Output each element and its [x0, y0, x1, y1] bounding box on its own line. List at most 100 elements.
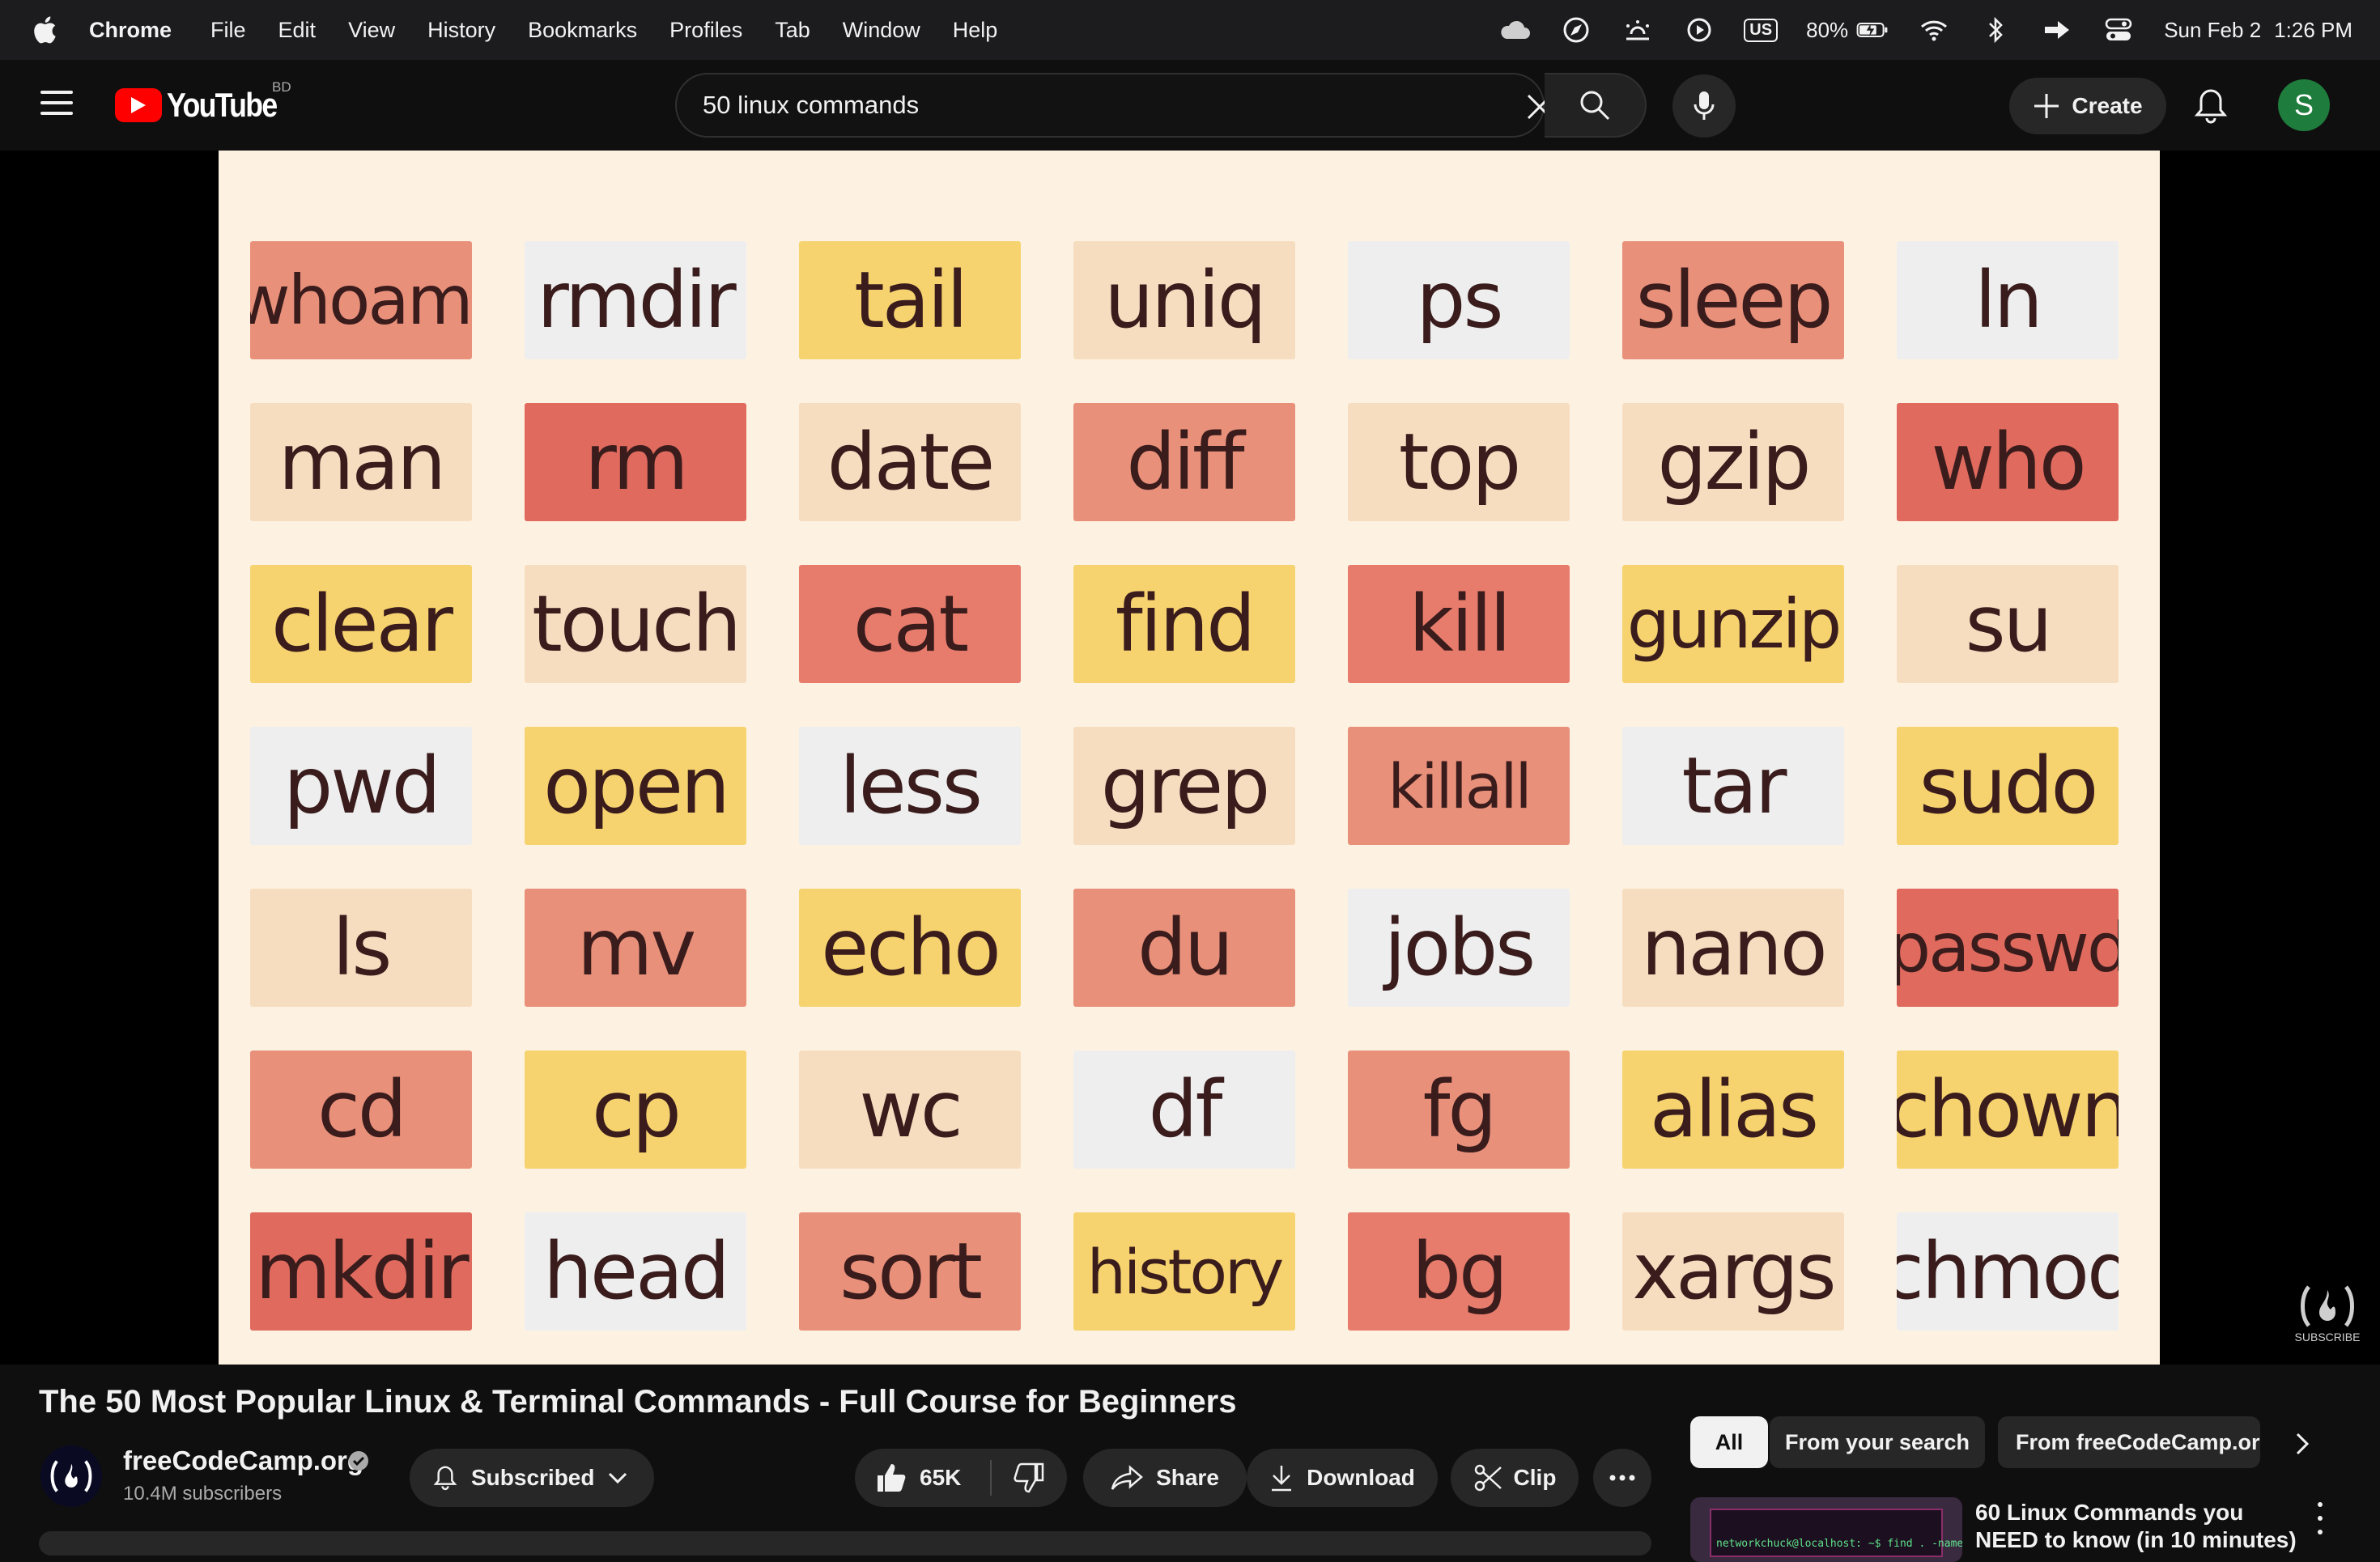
menubar-time[interactable]: 1:26 PM: [2274, 18, 2352, 43]
menu-hamburger-icon[interactable]: [40, 91, 73, 120]
command-tile: mv: [525, 889, 746, 1007]
command-tile: top: [1348, 403, 1570, 521]
command-tile: diff: [1073, 403, 1295, 521]
chip-from-channel[interactable]: From freeCodeCamp.org: [1998, 1416, 2260, 1468]
recommendation-more-icon[interactable]: [2312, 1502, 2328, 1534]
download-button[interactable]: Download: [1247, 1449, 1438, 1507]
command-tile: cp: [525, 1051, 746, 1169]
command-tile: uniq: [1073, 241, 1295, 359]
command-tile: grep: [1073, 727, 1295, 845]
scissors-icon: [1474, 1464, 1502, 1492]
command-tile: xargs: [1622, 1212, 1844, 1331]
command-tile: ps: [1348, 241, 1570, 359]
menu-file[interactable]: File: [210, 18, 246, 43]
recommendation-thumbnail[interactable]: networkchuck@localhost: ~$ find . -name: [1690, 1497, 1962, 1562]
control-center-icon[interactable]: [2102, 16, 2135, 44]
menu-window[interactable]: Window: [843, 18, 920, 43]
chip-all[interactable]: All: [1690, 1416, 1768, 1468]
command-tile: passwd: [1897, 889, 2119, 1007]
video-player[interactable]: whoami rmdir tail uniqpssleepln manrmdatedif…: [0, 151, 2380, 1365]
menu-history[interactable]: History: [427, 18, 495, 43]
video-frame: whoami rmdir tail uniqpssleepln manrmdatedif…: [219, 151, 2160, 1365]
thumbnail-text: networkchuck@localhost: ~$ find . -name: [1716, 1538, 1962, 1550]
arrow-right-icon[interactable]: [2041, 16, 2073, 44]
command-tile: less: [799, 727, 1021, 845]
microphone-icon: [1694, 91, 1715, 120]
menu-profiles[interactable]: Profiles: [669, 18, 742, 43]
more-actions-button[interactable]: [1593, 1449, 1651, 1507]
create-button[interactable]: Create: [2009, 78, 2166, 134]
cloud-icon[interactable]: [1498, 16, 1531, 44]
youtube-wordmark: YouTube: [167, 86, 278, 124]
wifi-icon[interactable]: [1918, 16, 1950, 44]
menu-tab[interactable]: Tab: [775, 18, 810, 43]
battery-icon[interactable]: [1856, 16, 1889, 44]
weather-icon[interactable]: [1621, 16, 1654, 44]
battery-percent: 80%: [1806, 17, 1849, 42]
more-horizontal-icon: [1609, 1475, 1635, 1481]
channel-name[interactable]: freeCodeCamp.org: [123, 1445, 363, 1476]
chevron-right-icon[interactable]: [2284, 1426, 2320, 1462]
subscribed-label: Subscribed: [471, 1465, 595, 1490]
notifications-bell-icon[interactable]: [2192, 87, 2229, 125]
command-tile: rm: [525, 403, 746, 521]
command-tile: wc: [799, 1051, 1021, 1169]
channel-avatar[interactable]: [40, 1445, 102, 1507]
video-title: The 50 Most Popular Linux & Terminal Com…: [39, 1384, 1237, 1420]
subscribed-button[interactable]: Subscribed: [410, 1449, 654, 1507]
search-icon: [1580, 91, 1610, 121]
share-label: Share: [1156, 1465, 1219, 1490]
freecodecamp-logo-icon: [50, 1460, 92, 1492]
menu-help[interactable]: Help: [953, 18, 998, 43]
command-tile: sleep: [1622, 241, 1844, 359]
menu-app-chrome[interactable]: Chrome: [89, 18, 172, 43]
description-box[interactable]: [39, 1531, 1651, 1556]
command-tile: date: [799, 403, 1021, 521]
voice-search-button[interactable]: [1672, 74, 1736, 138]
share-icon: [1111, 1465, 1143, 1490]
recommendation-title[interactable]: 60 Linux Commands you NEED to know (in 1…: [1975, 1499, 2299, 1554]
menubar-date[interactable]: Sun Feb 2: [2164, 18, 2261, 43]
chip-from-your-search[interactable]: From your search: [1770, 1416, 1985, 1468]
search-button[interactable]: [1545, 73, 1647, 138]
command-tile: open: [525, 727, 746, 845]
dislike-button[interactable]: [992, 1449, 1067, 1507]
thumbnail-terminal: networkchuck@localhost: ~$ find . -name: [1710, 1509, 1962, 1557]
apple-icon[interactable]: [32, 15, 57, 45]
chevron-down-icon: [609, 1472, 627, 1484]
menu-bookmarks[interactable]: Bookmarks: [528, 18, 637, 43]
command-tile: history: [1073, 1212, 1295, 1331]
command-tile: find: [1073, 565, 1295, 683]
command-tile: kill: [1348, 565, 1570, 683]
command-tile: df: [1073, 1051, 1295, 1169]
command-tile: sudo: [1897, 727, 2119, 845]
clip-button[interactable]: Clip: [1451, 1449, 1579, 1507]
command-tile: pwd: [250, 727, 472, 845]
command-tile: rmdir: [525, 241, 746, 359]
command-tile: bg: [1348, 1212, 1570, 1331]
bluetooth-icon[interactable]: [1979, 16, 2012, 44]
avatar[interactable]: S: [2278, 79, 2330, 131]
youtube-logo[interactable]: YouTube BD: [115, 79, 295, 125]
play-circle-icon[interactable]: [1683, 16, 1715, 44]
like-button[interactable]: 65K: [855, 1449, 992, 1507]
command-tile: ls: [250, 889, 472, 1007]
command-tile: gunzip: [1622, 565, 1844, 683]
command-tile: whoami: [250, 241, 472, 359]
menu-edit[interactable]: Edit: [278, 18, 317, 43]
compass-icon[interactable]: [1560, 16, 1592, 44]
keyboard-layout-indicator[interactable]: US: [1744, 16, 1779, 44]
download-label: Download: [1307, 1465, 1415, 1490]
command-tile: chown: [1897, 1051, 2119, 1169]
command-tile: tail: [799, 241, 1021, 359]
macos-menu-bar: Chrome File Edit View History Bookmarks …: [0, 0, 2380, 60]
search-input[interactable]: [703, 74, 1496, 136]
menu-view[interactable]: View: [348, 18, 395, 43]
channel-watermark[interactable]: SUBSCRIBE: [2291, 1284, 2364, 1353]
command-tile: man: [250, 403, 472, 521]
plus-icon: [2034, 94, 2059, 118]
command-tile: head: [525, 1212, 746, 1331]
command-tile: sort: [799, 1212, 1021, 1331]
freecodecamp-logo-icon: [2301, 1285, 2354, 1327]
share-button[interactable]: Share: [1083, 1449, 1247, 1507]
